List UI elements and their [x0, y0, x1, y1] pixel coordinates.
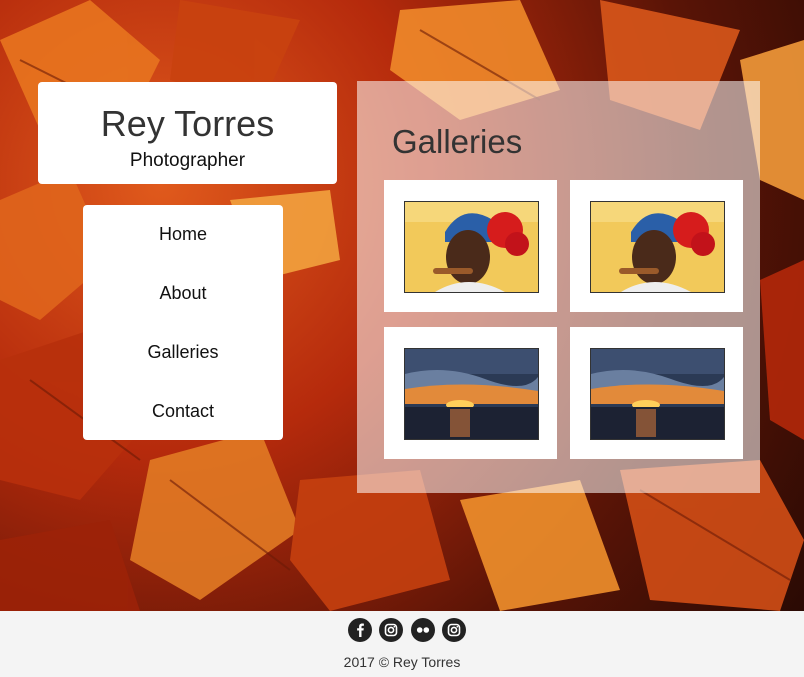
- nav-item-contact[interactable]: Contact: [83, 382, 283, 441]
- sunset-photo: [404, 348, 539, 440]
- portrait-photo: [590, 201, 725, 293]
- copyright-text: 2017 © Rey Torres: [343, 654, 461, 670]
- site-title: Rey Torres: [100, 103, 275, 144]
- gallery-thumbnail-4[interactable]: [570, 327, 743, 459]
- nav-item-galleries[interactable]: Galleries: [83, 323, 283, 382]
- social-links: [348, 618, 469, 644]
- sunset-photo: [590, 348, 725, 440]
- site-footer: 2017 © Rey Torres: [0, 611, 804, 677]
- site-header-card: Rey Torres Photographer: [38, 82, 337, 184]
- main-nav: Home About Galleries Contact: [83, 205, 283, 440]
- gallery-heading: Galleries: [392, 123, 523, 160]
- nav-item-about[interactable]: About: [83, 264, 283, 323]
- gallery-thumbnail-2[interactable]: [570, 180, 743, 312]
- flickr-icon[interactable]: [410, 618, 435, 642]
- instagram-icon[interactable]: [379, 618, 404, 642]
- facebook-icon[interactable]: [348, 618, 372, 642]
- site-subtitle: Photographer: [129, 150, 246, 171]
- gallery-thumbnail-3[interactable]: [384, 327, 557, 459]
- portrait-photo: [404, 201, 539, 293]
- gallery-panel: Galleries: [357, 81, 760, 493]
- gallery-thumbnail-1[interactable]: [384, 180, 557, 312]
- instagram-icon[interactable]: [442, 618, 467, 642]
- nav-item-home[interactable]: Home: [83, 205, 283, 264]
